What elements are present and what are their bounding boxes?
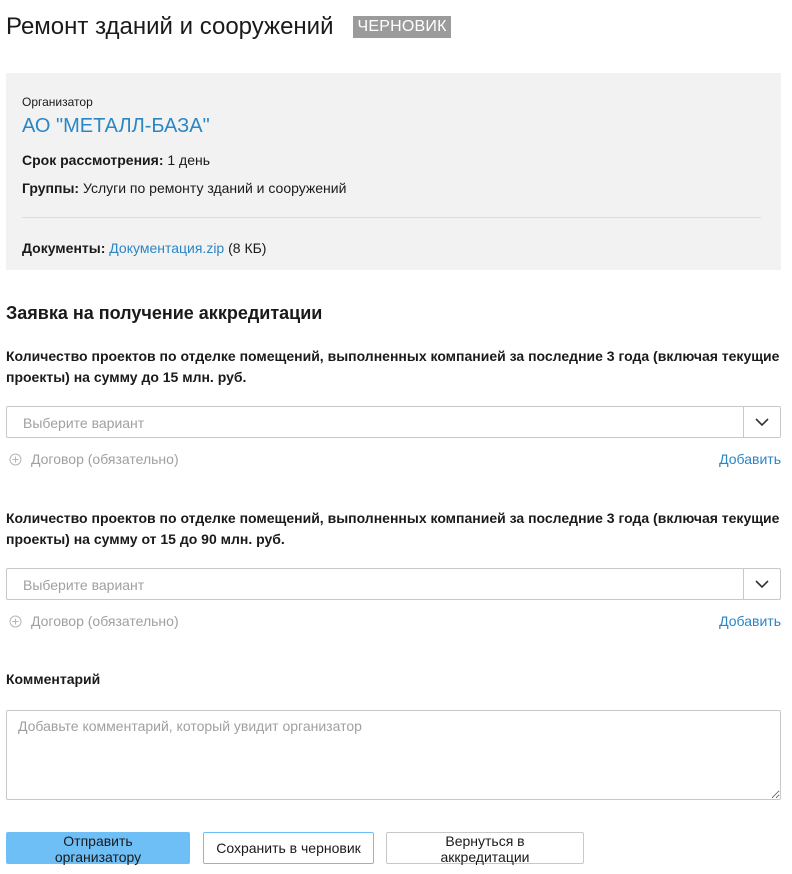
question-1-contract-label: Договор (обязательно) [31,451,179,467]
question-1-select[interactable]: Выберите вариант [6,406,781,438]
organizer-name-link[interactable]: АО "МЕТАЛЛ-БАЗА" [22,115,210,138]
chevron-down-icon[interactable] [743,407,780,437]
groups-label: Группы: [22,180,80,196]
organizer-card: Организатор АО "МЕТАЛЛ-БАЗА" Срок рассмо… [6,73,781,270]
review-term-label: Срок рассмотрения: [22,152,164,168]
card-divider [22,217,761,218]
document-link[interactable]: Документация.zip [109,240,224,256]
question-2-select-placeholder: Выберите вариант [23,577,145,593]
page-title: Ремонт зданий и сооружений [6,13,334,40]
plus-circle-icon [9,453,22,469]
question-1-add-link[interactable]: Добавить [719,451,781,467]
question-1-select-placeholder: Выберите вариант [23,415,145,431]
submit-to-organizer-button[interactable]: Отправить организатору [6,832,190,865]
section-title: Заявка на получение аккредитации [6,303,323,323]
save-draft-button[interactable]: Сохранить в черновик [203,832,374,864]
status-badge: ЧЕРНОВИК [353,16,451,38]
chevron-down-icon[interactable] [743,569,780,599]
back-to-accreditations-button[interactable]: Вернуться в аккредитации [386,832,584,865]
review-term-value: 1 день [163,152,211,168]
question-1-label: Количество проектов по отделке помещений… [6,348,780,385]
groups-value: Услуги по ремонту зданий и сооружений [79,180,347,196]
question-1-contract-row: Договор (обязательно) Добавить [6,450,781,470]
plus-circle-icon [9,615,22,631]
question-2-add-link[interactable]: Добавить [719,613,781,629]
organizer-caption: Организатор [22,95,93,109]
question-2-label: Количество проектов по отделке помещений… [6,510,780,547]
document-size: (8 КБ) [224,240,267,256]
comment-textarea[interactable] [6,710,781,800]
documents: Документы: Документация.zip (8 КБ) [22,240,266,256]
documents-label: Документы: [22,240,106,256]
question-2-contract-label: Договор (обязательно) [31,613,179,629]
groups: Группы: Услуги по ремонту зданий и соору… [22,180,346,196]
review-term: Срок рассмотрения: 1 день [22,152,210,168]
comment-label: Комментарий [6,671,101,687]
question-2-contract-row: Договор (обязательно) Добавить [6,612,781,632]
title-row: Ремонт зданий и сооружений ЧЕРНОВИК [6,12,451,42]
question-2-select[interactable]: Выберите вариант [6,568,781,600]
